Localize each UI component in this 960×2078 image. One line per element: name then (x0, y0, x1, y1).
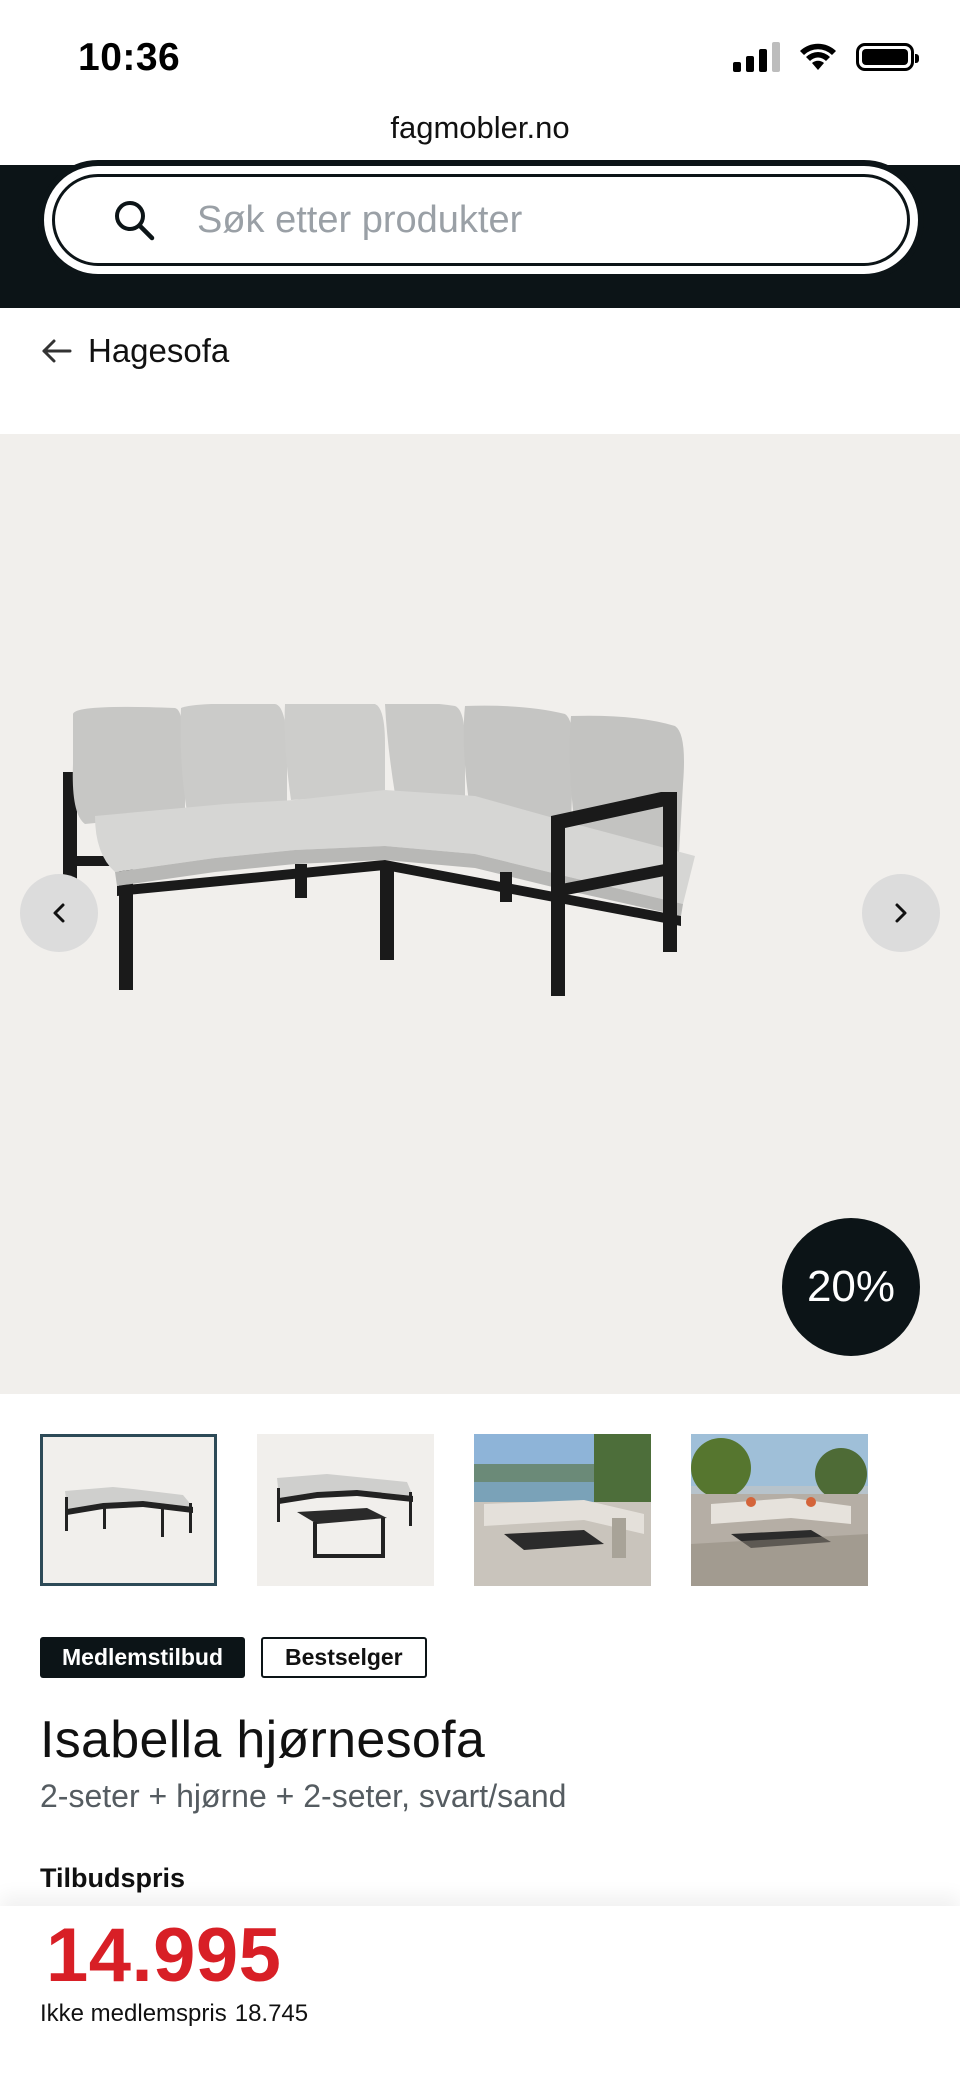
thumbnail-terrace-image (474, 1434, 651, 1586)
gallery-next-button[interactable] (862, 874, 940, 952)
breadcrumb-label[interactable]: Hagesofa (88, 332, 229, 370)
thumbnail-4[interactable] (691, 1434, 868, 1586)
bestseller-badge: Bestselger (261, 1637, 427, 1678)
thumbnail-sofa-image (65, 1487, 193, 1537)
breadcrumb-back[interactable]: Hagesofa (40, 332, 229, 370)
search-bar[interactable] (38, 160, 924, 280)
gallery-thumbnails (40, 1434, 868, 1586)
thumbnail-1[interactable] (40, 1434, 217, 1586)
cellular-signal-icon (733, 42, 780, 72)
search-icon (115, 201, 155, 241)
product-subtitle: 2-seter + hjørne + 2-seter, svart/sand (40, 1778, 567, 1814)
chevron-left-icon (53, 903, 65, 923)
member-offer-badge: Medlemstilbud (40, 1637, 246, 1678)
browser-url[interactable]: fagmobler.no (0, 110, 960, 146)
product-title: Isabella hjørnesofa (40, 1711, 486, 1769)
non-member-price-value: 18.745 (234, 2000, 309, 2027)
product-image (63, 704, 695, 996)
discount-badge: 20% (782, 1218, 920, 1356)
price-label: Tilbudspris (40, 1863, 186, 1893)
thumbnail-2[interactable] (257, 1434, 434, 1586)
status-bar: 10:36 fagmobler.no (0, 0, 960, 145)
thumbnail-3[interactable] (474, 1434, 651, 1586)
non-member-price-label: Ikke medlemspris (40, 2000, 227, 2027)
thumbnail-set-image (277, 1474, 413, 1558)
thumbnail-patio-image (691, 1434, 868, 1586)
search-input[interactable] (197, 198, 837, 242)
non-member-price: Ikke medlemspris 18.745 (40, 2000, 308, 2028)
gallery-prev-button[interactable] (20, 874, 98, 952)
product-gallery[interactable]: 20% (0, 434, 960, 1394)
product-badges: Medlemstilbud Bestselger (40, 1637, 427, 1678)
status-time: 10:36 (78, 36, 181, 79)
offer-price: 14.995 (46, 1913, 282, 1998)
chevron-right-icon (895, 903, 907, 923)
status-icons (733, 42, 919, 72)
arrow-left-icon (42, 339, 72, 363)
battery-icon (856, 43, 919, 71)
wifi-icon (800, 43, 836, 70)
